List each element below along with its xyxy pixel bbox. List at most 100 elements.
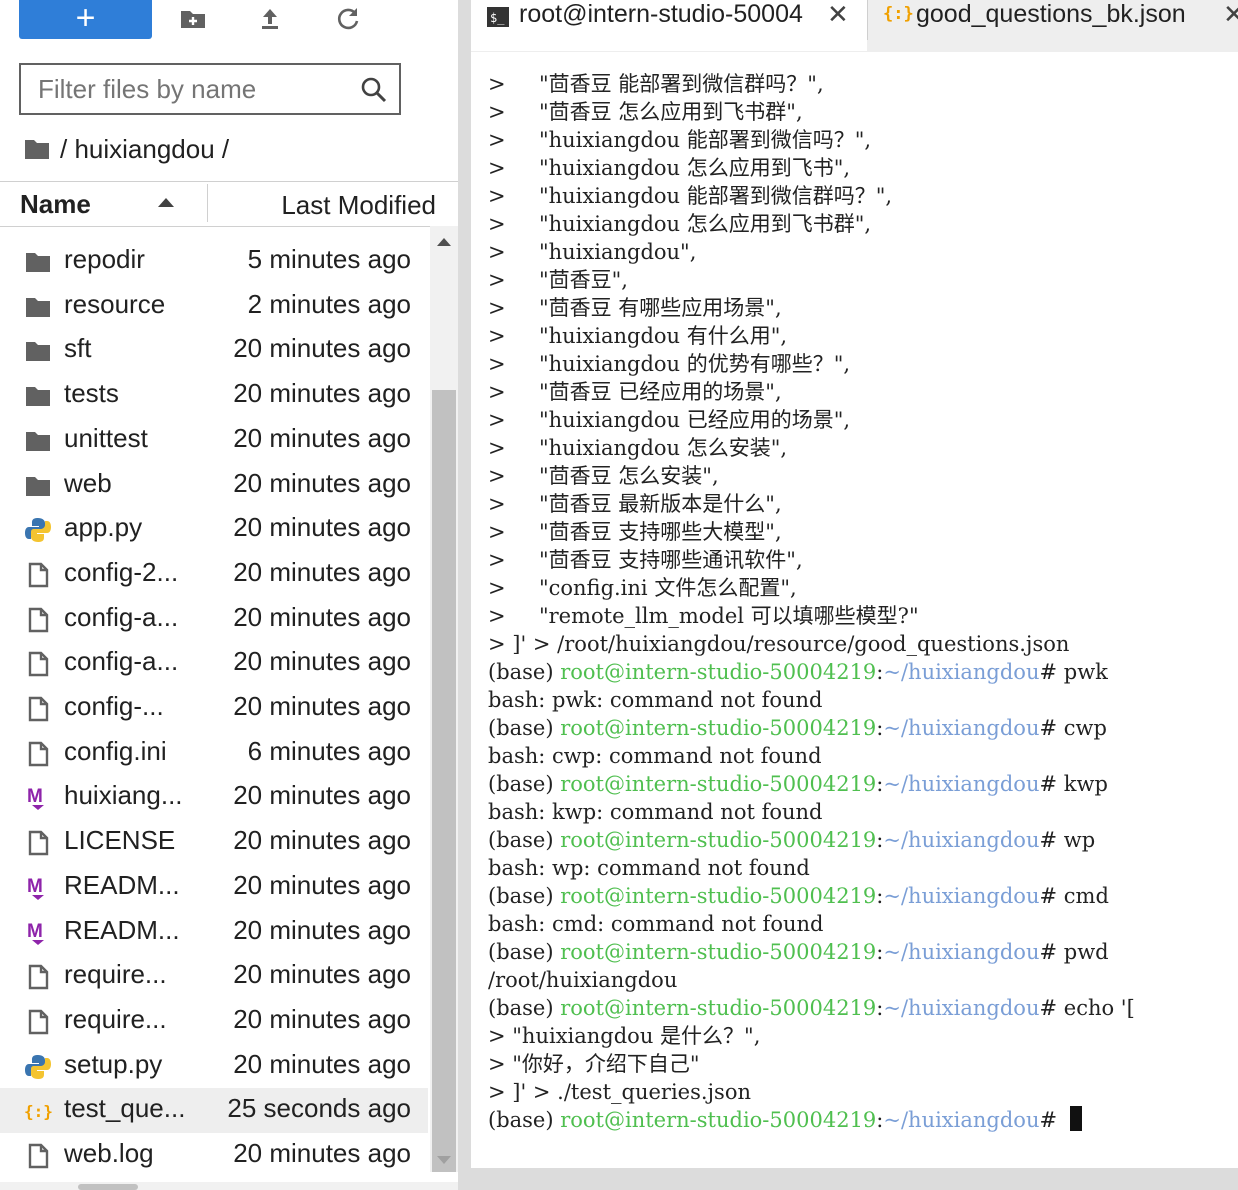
- file-name: LICENSE: [64, 825, 176, 856]
- file-modified: 20 minutes ago: [233, 914, 411, 945]
- file-row[interactable]: app.py 20 minutes ago: [0, 507, 428, 552]
- prompt-hash: #: [1039, 996, 1064, 1020]
- file-row[interactable]: unittest 20 minutes ago: [0, 418, 428, 463]
- panel-splitter[interactable]: [458, 0, 471, 1190]
- file-name: require...: [64, 1003, 167, 1034]
- file-name: web: [64, 467, 112, 498]
- prompt-command: pwd: [1063, 940, 1109, 964]
- terminal-line: bash: wp: command not found: [488, 856, 810, 880]
- file-name: config-a...: [64, 646, 179, 677]
- terminal-line: > "huixiangdou 有什么用",: [488, 324, 788, 348]
- prompt-env: (base): [488, 828, 561, 852]
- column-divider[interactable]: [207, 184, 208, 222]
- terminal-line: > "huixiangdou 已经应用的场景",: [488, 408, 851, 432]
- scroll-up-arrow-icon[interactable]: [437, 238, 451, 246]
- file-row[interactable]: M READM... 20 minutes ago: [0, 865, 428, 910]
- tab-json-file[interactable]: {:} good_questions_bk.json ✕: [867, 0, 1238, 40]
- file-row[interactable]: require... 20 minutes ago: [0, 954, 428, 999]
- filter-input[interactable]: [21, 65, 368, 113]
- file-modified: 25 seconds ago: [227, 1093, 411, 1124]
- svg-text:M: M: [27, 786, 43, 807]
- prompt-command: cwp: [1063, 716, 1107, 740]
- terminal-line: > "茴香豆 支持哪些通讯软件",: [488, 548, 803, 572]
- file-name: app.py: [64, 512, 143, 543]
- breadcrumb-path[interactable]: / huixiangdou /: [60, 131, 229, 167]
- terminal-line: > "huixiangdou",: [488, 240, 697, 264]
- folder-icon: [24, 248, 52, 276]
- file-row[interactable]: {:} test_que... 25 seconds ago: [0, 1088, 428, 1134]
- file-row[interactable]: config-a... 20 minutes ago: [0, 597, 428, 642]
- prompt-user: root@intern-studio-50004219: [560, 716, 877, 740]
- file-row[interactable]: repodir 5 minutes ago: [0, 239, 428, 284]
- file-row[interactable]: setup.py 20 minutes ago: [0, 1044, 428, 1089]
- file-name: test_que...: [64, 1093, 186, 1124]
- terminal-line: > "茴香豆 支持哪些大模型",: [488, 520, 782, 544]
- horizontal-scrollbar[interactable]: [0, 1182, 458, 1190]
- file-row[interactable]: M READM... 20 minutes ago: [0, 910, 428, 955]
- folder-icon: [24, 293, 52, 321]
- file-row[interactable]: require... 20 minutes ago: [0, 999, 428, 1044]
- file-row[interactable]: LICENSE 20 minutes ago: [0, 820, 428, 865]
- terminal-prompt-line: (base) root@intern-studio-50004219:~/hui…: [488, 714, 1107, 742]
- file-row[interactable]: config-2... 20 minutes ago: [0, 552, 428, 597]
- json-icon: {:}: [883, 4, 914, 24]
- file-icon: [24, 1142, 52, 1170]
- file-row[interactable]: config-a... 20 minutes ago: [0, 641, 428, 686]
- terminal-line: > "huixiangdou 怎么安装",: [488, 436, 788, 460]
- column-last-modified[interactable]: Last Modified: [281, 190, 436, 221]
- svg-text:M: M: [27, 921, 43, 942]
- terminal-line: /root/huixiangdou: [488, 968, 678, 992]
- file-row[interactable]: Mhuixiang... 20 minutes ago: [0, 775, 428, 820]
- filter-box: [19, 63, 401, 115]
- close-icon[interactable]: ✕: [1223, 0, 1238, 30]
- file-modified: 20 minutes ago: [233, 422, 411, 453]
- new-folder-icon[interactable]: [178, 4, 208, 34]
- terminal-cursor[interactable]: [1069, 1106, 1082, 1131]
- prompt-path: ~/huixiangdou: [883, 940, 1040, 964]
- horizontal-scrollbar-thumb[interactable]: [78, 1184, 138, 1190]
- prompt-path: ~/huixiangdou: [883, 1108, 1040, 1132]
- file-name: web.log: [64, 1138, 154, 1168]
- close-icon[interactable]: ✕: [827, 0, 849, 30]
- new-launcher-button[interactable]: +: [19, 0, 152, 39]
- file-modified: 20 minutes ago: [233, 378, 411, 409]
- prompt-env: (base): [488, 996, 561, 1020]
- search-icon: [361, 77, 387, 103]
- prompt-env: (base): [488, 660, 561, 684]
- prompt-path: ~/huixiangdou: [883, 996, 1040, 1020]
- refresh-icon[interactable]: [333, 4, 363, 34]
- file-modified: 20 minutes ago: [233, 601, 411, 632]
- file-row[interactable]: web.log 20 minutes ago: [0, 1133, 428, 1178]
- file-name: resource: [64, 288, 166, 319]
- upload-icon[interactable]: [255, 4, 285, 34]
- file-icon: [24, 695, 52, 723]
- file-modified: 5 minutes ago: [247, 244, 411, 274]
- prompt-user: root@intern-studio-50004219: [560, 660, 877, 684]
- prompt-hash: #: [1039, 716, 1064, 740]
- file-modified: 6 minutes ago: [247, 735, 411, 766]
- terminal-prompt-line: (base) root@intern-studio-50004219:~/hui…: [488, 938, 1109, 966]
- file-name: tests: [64, 378, 119, 409]
- file-row[interactable]: sft 20 minutes ago: [0, 328, 428, 373]
- file-name: config.ini: [64, 735, 167, 766]
- scrollbar-thumb[interactable]: [432, 390, 456, 1172]
- tab-terminal[interactable]: $_ root@intern-studio-50004 ✕: [471, 0, 867, 51]
- file-browser-panel: + / huixiangdou / Name Last Modified rep…: [0, 0, 458, 1190]
- file-row[interactable]: config.ini 6 minutes ago: [0, 731, 428, 776]
- file-name: huixiang...: [64, 780, 183, 811]
- file-row[interactable]: tests 20 minutes ago: [0, 373, 428, 418]
- file-row[interactable]: resource 2 minutes ago: [0, 284, 428, 329]
- file-row[interactable]: web 20 minutes ago: [0, 463, 428, 508]
- scroll-down-arrow-icon[interactable]: [437, 1156, 451, 1164]
- json-icon: {:}: [24, 1097, 53, 1125]
- file-name: unittest: [64, 422, 148, 453]
- file-list-scrollbar[interactable]: [430, 226, 458, 1172]
- terminal-line: > "remote_llm_model 可以填哪些模型?": [488, 604, 919, 628]
- file-name: READM...: [64, 869, 180, 900]
- prompt-hash: #: [1039, 660, 1064, 684]
- terminal-output[interactable]: > "茴香豆 能部署到微信群吗？", > "茴香豆 怎么应用到飞书群", > "hu…: [471, 52, 1238, 1168]
- terminal-prompt-line: (base) root@intern-studio-50004219:~/hui…: [488, 826, 1095, 854]
- file-row[interactable]: config-... 20 minutes ago: [0, 686, 428, 731]
- column-name[interactable]: Name: [20, 189, 91, 220]
- status-bar-area: [471, 1168, 1238, 1190]
